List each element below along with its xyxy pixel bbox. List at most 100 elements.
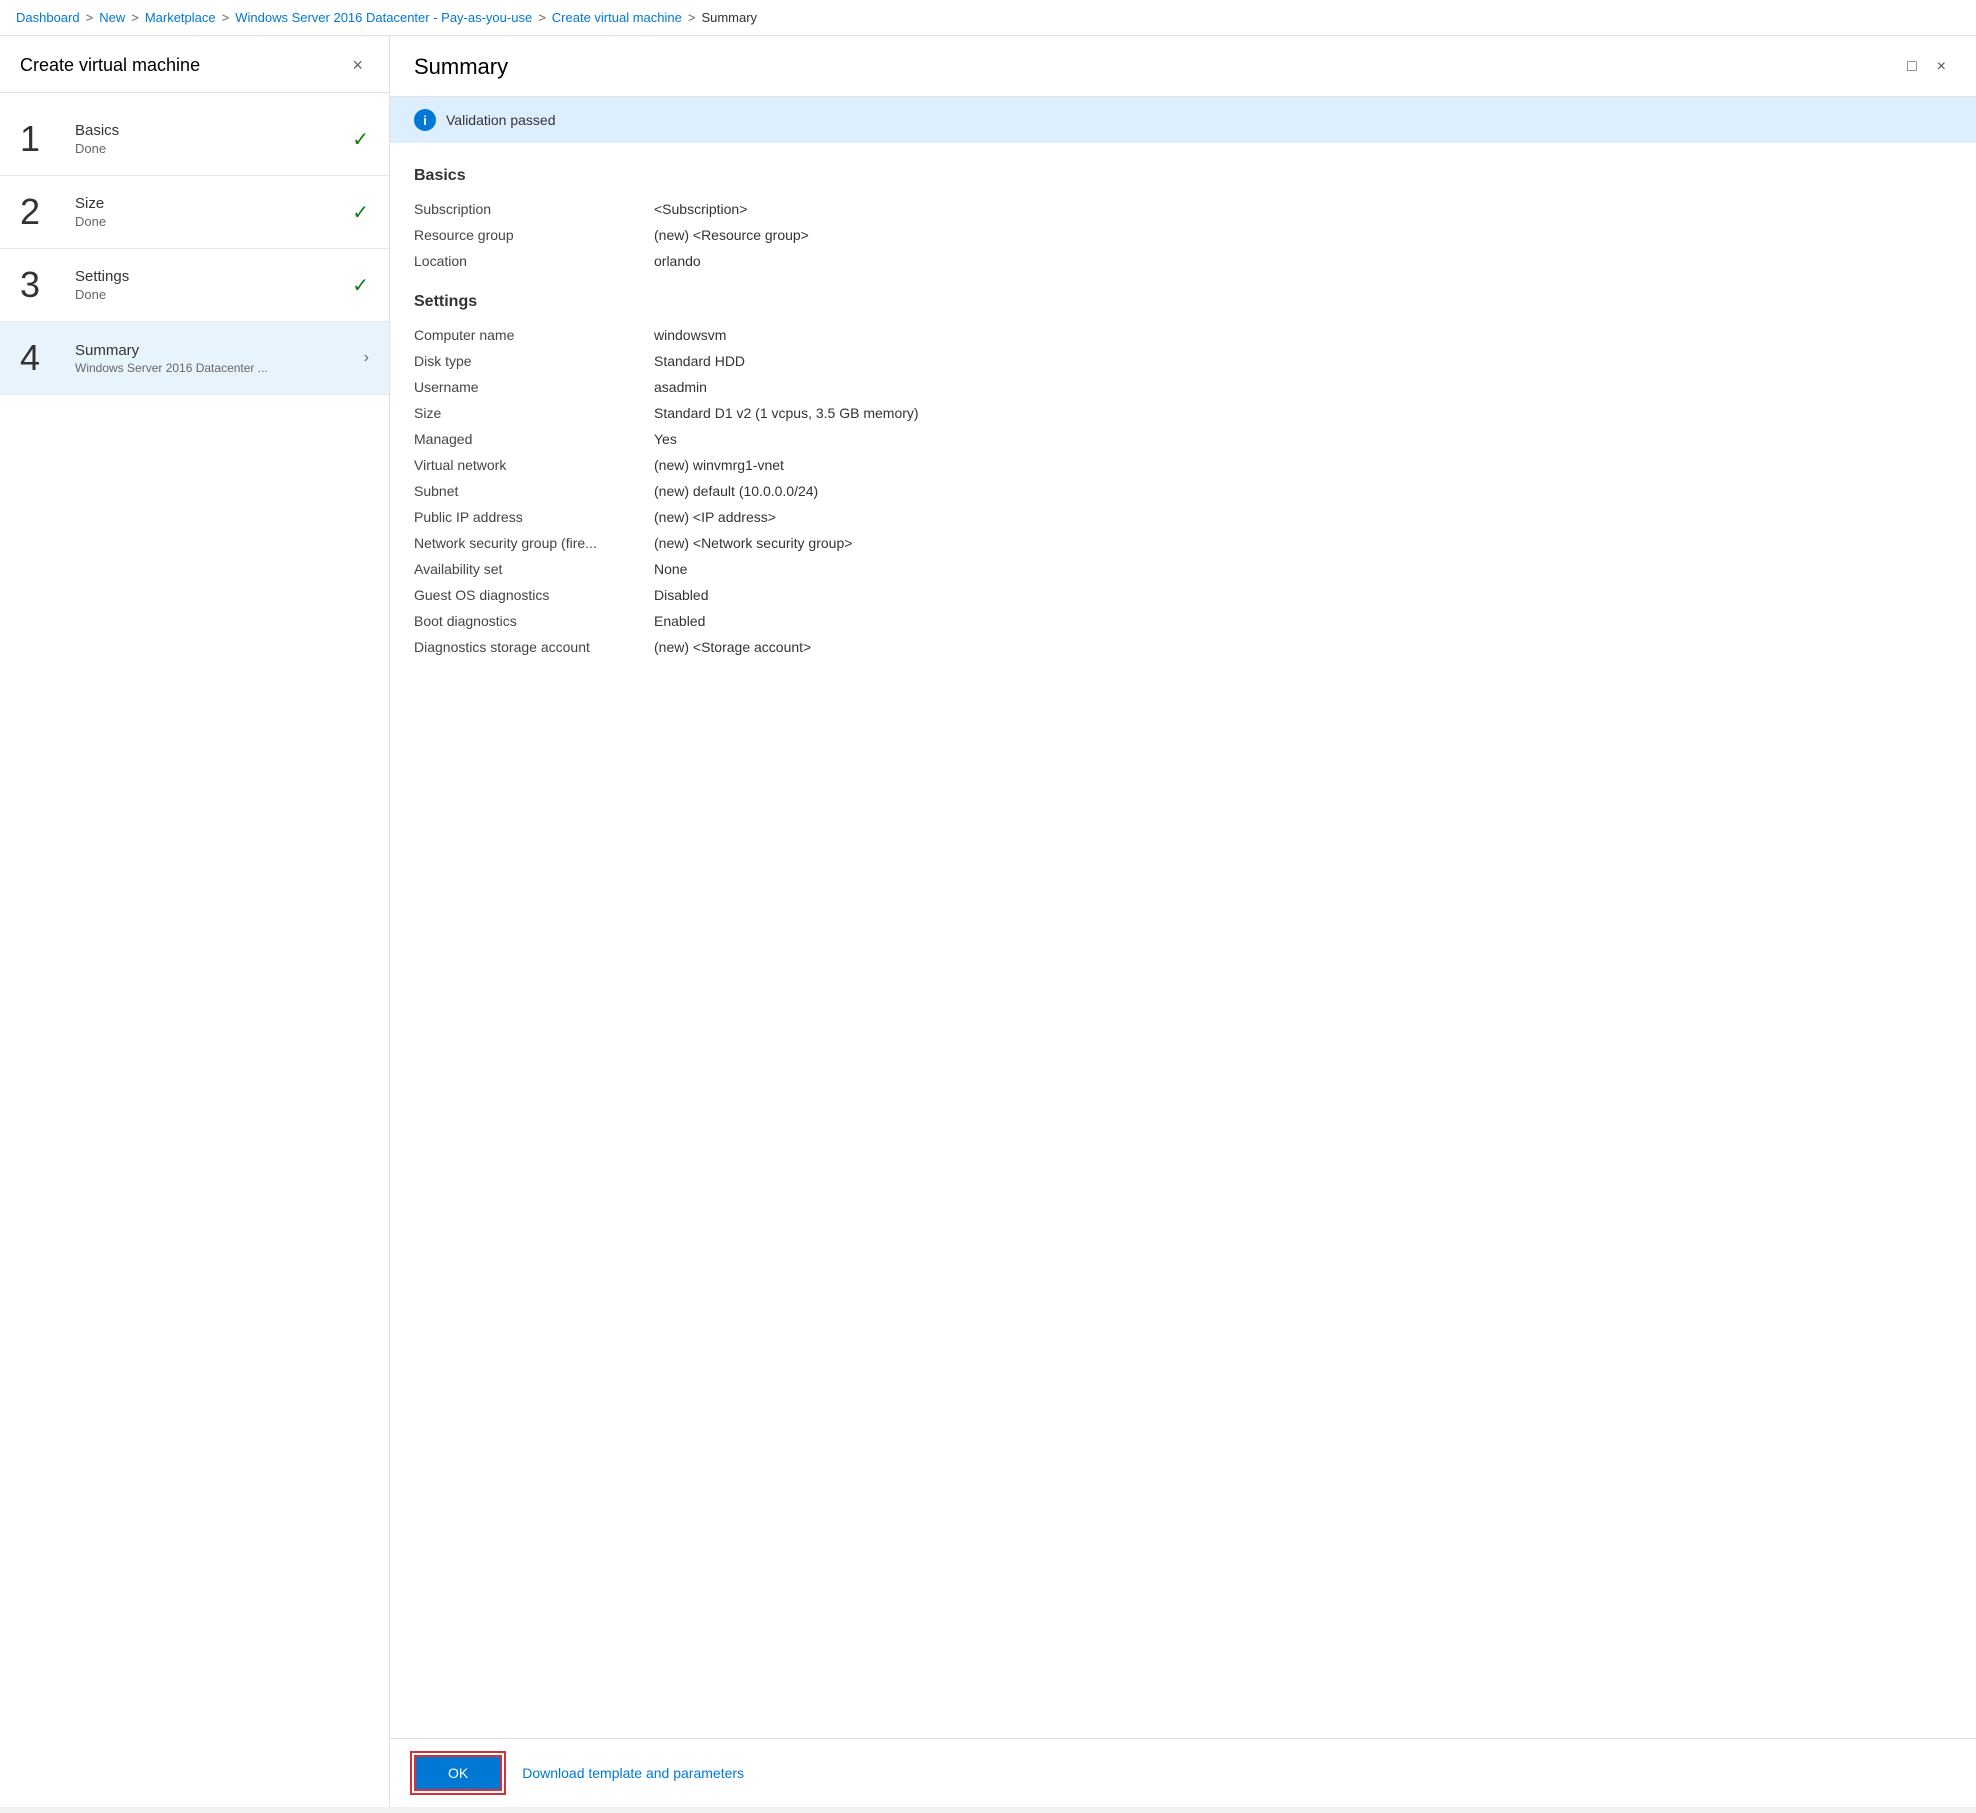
basics-table: Subscription <Subscription> Resource gro… [414, 201, 1952, 269]
settings-row-nsg: Network security group (fire... (new) <N… [414, 535, 1952, 551]
step-settings[interactable]: 3 Settings Done ✓ [0, 249, 389, 322]
ok-button[interactable]: OK [414, 1755, 502, 1791]
summary-content: Basics Subscription <Subscription> Resou… [390, 143, 1976, 1738]
breadcrumb-product[interactable]: Windows Server 2016 Datacenter - Pay-as-… [235, 10, 532, 25]
basics-row-subscription: Subscription <Subscription> [414, 201, 1952, 217]
maximize-button[interactable]: □ [1901, 54, 1923, 80]
public-ip-label: Public IP address [414, 509, 654, 525]
settings-row-public-ip: Public IP address (new) <IP address> [414, 509, 1952, 525]
computer-name-label: Computer name [414, 327, 654, 343]
managed-value: Yes [654, 431, 677, 447]
settings-row-diag-storage: Diagnostics storage account (new) <Stora… [414, 639, 1952, 655]
basics-row-resource-group: Resource group (new) <Resource group> [414, 227, 1952, 243]
header-actions: □ × [1901, 54, 1952, 80]
main-container: Create virtual machine × 1 Basics Done ✓… [0, 36, 1976, 1807]
disk-type-value: Standard HDD [654, 353, 745, 369]
nsg-value: (new) <Network security group> [654, 535, 852, 551]
step-2-name: Size [75, 195, 352, 212]
settings-row-size: Size Standard D1 v2 (1 vcpus, 3.5 GB mem… [414, 405, 1952, 421]
public-ip-value: (new) <IP address> [654, 509, 776, 525]
virtual-network-value: (new) winvmrg1-vnet [654, 457, 784, 473]
step-4-name: Summary [75, 342, 356, 359]
breadcrumb-current: Summary [701, 10, 757, 25]
size-label: Size [414, 405, 654, 421]
step-3-status: Done [75, 287, 352, 302]
step-4-subtitle: Windows Server 2016 Datacenter ... [75, 361, 356, 375]
left-panel: Create virtual machine × 1 Basics Done ✓… [0, 36, 390, 1807]
breadcrumb-sep-1: > [86, 10, 94, 25]
left-panel-header: Create virtual machine × [0, 36, 389, 93]
size-value: Standard D1 v2 (1 vcpus, 3.5 GB memory) [654, 405, 919, 421]
nsg-label: Network security group (fire... [414, 535, 654, 551]
virtual-network-label: Virtual network [414, 457, 654, 473]
settings-table: Computer name windowsvm Disk type Standa… [414, 327, 1952, 655]
info-icon: i [414, 109, 436, 131]
settings-row-subnet: Subnet (new) default (10.0.0.0/24) [414, 483, 1952, 499]
step-size[interactable]: 2 Size Done ✓ [0, 176, 389, 249]
right-panel-title: Summary [414, 54, 508, 80]
availability-set-label: Availability set [414, 561, 654, 577]
settings-row-managed: Managed Yes [414, 431, 1952, 447]
step-1-check-icon: ✓ [352, 127, 369, 152]
right-panel-close-button[interactable]: × [1931, 54, 1952, 80]
step-3-number: 3 [20, 267, 65, 303]
subnet-label: Subnet [414, 483, 654, 499]
guest-os-diag-value: Disabled [654, 587, 708, 603]
username-value: asadmin [654, 379, 707, 395]
step-2-status: Done [75, 214, 352, 229]
validation-banner: i Validation passed [390, 97, 1976, 143]
resource-group-label: Resource group [414, 227, 654, 243]
steps-container: 1 Basics Done ✓ 2 Size Done ✓ 3 [0, 93, 389, 1807]
step-2-number: 2 [20, 194, 65, 230]
step-2-check-icon: ✓ [352, 200, 369, 225]
step-2-info: Size Done [75, 195, 352, 229]
right-panel-footer: OK Download template and parameters [390, 1738, 1976, 1807]
basics-section-title: Basics [414, 167, 1952, 185]
step-1-status: Done [75, 141, 352, 156]
breadcrumb-sep-4: > [538, 10, 546, 25]
breadcrumb-sep-2: > [131, 10, 139, 25]
diag-storage-label: Diagnostics storage account [414, 639, 654, 655]
left-panel-close-button[interactable]: × [346, 54, 369, 76]
availability-set-value: None [654, 561, 687, 577]
breadcrumb-marketplace[interactable]: Marketplace [145, 10, 216, 25]
step-3-check-icon: ✓ [352, 273, 369, 298]
step-1-number: 1 [20, 121, 65, 157]
step-basics[interactable]: 1 Basics Done ✓ [0, 103, 389, 176]
subscription-label: Subscription [414, 201, 654, 217]
settings-row-availability-set: Availability set None [414, 561, 1952, 577]
step-1-name: Basics [75, 122, 352, 139]
settings-section-title: Settings [414, 293, 1952, 311]
maximize-icon: □ [1907, 58, 1917, 75]
step-4-info: Summary Windows Server 2016 Datacenter .… [75, 342, 356, 375]
username-label: Username [414, 379, 654, 395]
diag-storage-value: (new) <Storage account> [654, 639, 811, 655]
step-3-name: Settings [75, 268, 352, 285]
close-icon: × [1937, 58, 1946, 75]
step-4-number: 4 [20, 340, 65, 376]
disk-type-label: Disk type [414, 353, 654, 369]
step-3-info: Settings Done [75, 268, 352, 302]
download-template-link[interactable]: Download template and parameters [522, 1765, 744, 1781]
left-panel-title: Create virtual machine [20, 55, 200, 76]
location-label: Location [414, 253, 654, 269]
basics-row-location: Location orlando [414, 253, 1952, 269]
right-panel: Summary □ × i Validation passed Basics S… [390, 36, 1976, 1807]
breadcrumb-new[interactable]: New [99, 10, 125, 25]
step-1-info: Basics Done [75, 122, 352, 156]
managed-label: Managed [414, 431, 654, 447]
step-summary[interactable]: 4 Summary Windows Server 2016 Datacenter… [0, 322, 389, 395]
breadcrumb: Dashboard > New > Marketplace > Windows … [0, 0, 1976, 36]
breadcrumb-dashboard[interactable]: Dashboard [16, 10, 80, 25]
settings-row-username: Username asadmin [414, 379, 1952, 395]
right-panel-header: Summary □ × [390, 36, 1976, 97]
guest-os-diag-label: Guest OS diagnostics [414, 587, 654, 603]
settings-row-boot-diag: Boot diagnostics Enabled [414, 613, 1952, 629]
boot-diag-label: Boot diagnostics [414, 613, 654, 629]
settings-row-disk-type: Disk type Standard HDD [414, 353, 1952, 369]
breadcrumb-sep-3: > [222, 10, 230, 25]
breadcrumb-create-vm[interactable]: Create virtual machine [552, 10, 682, 25]
settings-row-computer-name: Computer name windowsvm [414, 327, 1952, 343]
computer-name-value: windowsvm [654, 327, 726, 343]
resource-group-value: (new) <Resource group> [654, 227, 809, 243]
